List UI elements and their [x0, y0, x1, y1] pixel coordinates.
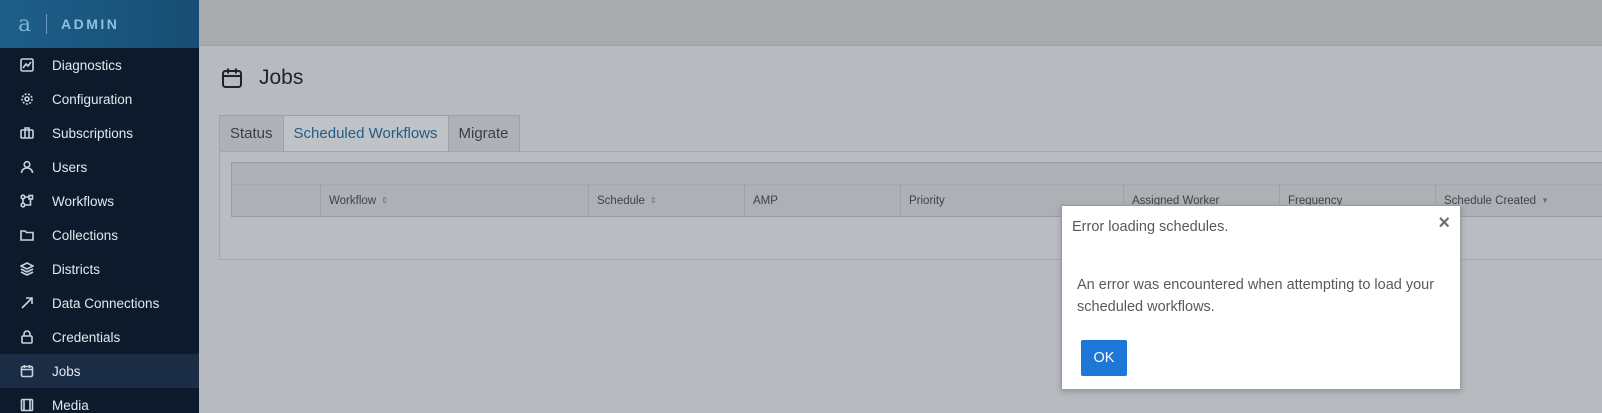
sidebar: a ADMIN Diagnostics Configuration Subscr… — [0, 0, 199, 413]
sidebar-item-label: Configuration — [52, 91, 133, 107]
sidebar-item-label: Credentials — [52, 329, 121, 345]
sidebar-item-label: Districts — [52, 261, 100, 277]
sort-desc-icon: ▼ — [1541, 196, 1549, 205]
sidebar-item-label: Data Connections — [52, 295, 160, 311]
sidebar-item-credentials[interactable]: Credentials — [0, 320, 199, 354]
sidebar-item-label: Media — [52, 397, 89, 413]
sidebar-item-data-connections[interactable]: Data Connections — [0, 286, 199, 320]
gear-icon — [20, 92, 34, 106]
table-toolbar — [232, 163, 1602, 185]
sidebar-item-subscriptions[interactable]: Subscriptions — [0, 116, 199, 150]
user-icon — [20, 160, 34, 174]
sidebar-item-label: Workflows — [52, 193, 115, 209]
briefcase-icon — [20, 126, 34, 140]
column-header-amp[interactable]: AMP — [744, 185, 900, 216]
close-icon[interactable]: × — [1438, 212, 1450, 235]
layers-icon — [20, 262, 34, 276]
link-arrow-icon — [20, 296, 34, 310]
sidebar-item-label: Collections — [52, 227, 119, 243]
sidebar-item-collections[interactable]: Collections — [0, 218, 199, 252]
page-header: Jobs — [221, 66, 303, 90]
column-header-schedule[interactable]: Schedule ⇕ — [588, 185, 744, 216]
lock-icon — [20, 330, 34, 344]
sidebar-item-configuration[interactable]: Configuration — [0, 82, 199, 116]
folder-icon — [20, 228, 34, 242]
dialog-message: An error was encountered when attempting… — [1077, 277, 1435, 315]
calendar-icon — [222, 68, 242, 88]
dialog-title: Error loading schedules. — [1072, 219, 1229, 235]
tab-migrate[interactable]: Migrate — [447, 115, 520, 152]
workflow-icon — [20, 194, 34, 208]
sidebar-item-users[interactable]: Users — [0, 150, 199, 184]
ok-button[interactable]: OK — [1081, 340, 1127, 376]
brand-divider — [46, 14, 47, 34]
column-header-workflow[interactable]: Workflow ⇕ — [320, 185, 588, 216]
brand-title: ADMIN — [61, 16, 120, 32]
sidebar-item-media[interactable]: Media — [0, 388, 199, 413]
tab-status[interactable]: Status — [219, 115, 283, 152]
sidebar-item-label: Users — [52, 159, 88, 175]
sidebar-item-jobs[interactable]: Jobs — [0, 354, 199, 388]
sidebar-item-districts[interactable]: Districts — [0, 252, 199, 286]
sidebar-item-label: Diagnostics — [52, 57, 122, 73]
error-dialog: Error loading schedules. × An error was … — [1061, 205, 1461, 390]
brand-logo: a — [18, 11, 32, 37]
brand-header[interactable]: a ADMIN — [0, 0, 199, 48]
sort-icon: ⇕ — [649, 196, 657, 205]
sidebar-nav: Diagnostics Configuration Subscriptions … — [0, 48, 199, 413]
top-bar — [199, 0, 1602, 46]
film-icon — [20, 398, 34, 412]
sidebar-item-label: Subscriptions — [52, 125, 134, 141]
sidebar-item-diagnostics[interactable]: Diagnostics — [0, 48, 199, 82]
tab-scheduled-workflows[interactable]: Scheduled Workflows — [282, 115, 448, 152]
tab-bar: Status Scheduled Workflows Migrate — [219, 115, 520, 152]
sort-icon: ⇕ — [381, 196, 388, 205]
chart-line-icon — [20, 58, 34, 72]
sidebar-item-label: Jobs — [52, 363, 81, 379]
calendar-icon — [20, 364, 34, 378]
sidebar-item-workflows[interactable]: Workflows — [0, 184, 199, 218]
page-title: Jobs — [259, 66, 304, 89]
